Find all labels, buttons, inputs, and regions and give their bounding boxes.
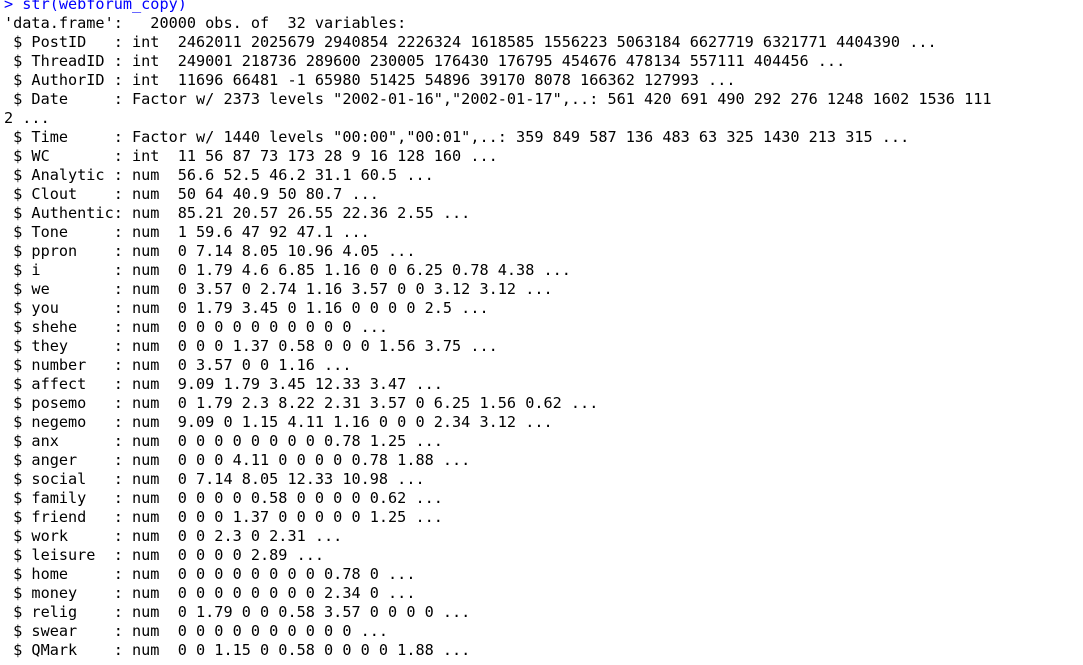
r-console[interactable]: > str(webforum_copy) 'data.frame': 20000…: [0, 0, 1083, 665]
output-line: $ swear : num 0 0 0 0 0 0 0 0 0 0 ...: [4, 622, 389, 640]
output-line: $ posemo : num 0 1.79 2.3 8.22 2.31 3.57…: [4, 394, 599, 412]
output-line: $ Clout : num 50 64 40.9 50 80.7 ...: [4, 185, 379, 203]
output-line: $ AuthorID : int 11696 66481 -1 65980 51…: [4, 71, 736, 89]
output-line: $ i : num 0 1.79 4.6 6.85 1.16 0 0 6.25 …: [4, 261, 571, 279]
output-line: $ anger : num 0 0 0 4.11 0 0 0 0 0.78 1.…: [4, 451, 471, 469]
output-line: 'data.frame': 20000 obs. of 32 variables…: [4, 14, 407, 32]
output-line: $ Analytic : num 56.6 52.5 46.2 31.1 60.…: [4, 166, 434, 184]
output-line: $ family : num 0 0 0 0 0.58 0 0 0 0 0.62…: [4, 489, 443, 507]
output-line: $ Date : Factor w/ 2373 levels "2002-01-…: [4, 90, 992, 108]
output-line: $ we : num 0 3.57 0 2.74 1.16 3.57 0 0 3…: [4, 280, 553, 298]
output-line: 2 ...: [4, 109, 50, 127]
output-line: $ ppron : num 0 7.14 8.05 10.96 4.05 ...: [4, 242, 416, 260]
output-line: $ affect : num 9.09 1.79 3.45 12.33 3.47…: [4, 375, 443, 393]
output-line: $ friend : num 0 0 0 1.37 0 0 0 0 0 1.25…: [4, 508, 443, 526]
output-line: $ anx : num 0 0 0 0 0 0 0 0 0.78 1.25 ..…: [4, 432, 443, 450]
output-line: $ shehe : num 0 0 0 0 0 0 0 0 0 0 ...: [4, 318, 389, 336]
output-line: $ PostID : int 2462011 2025679 2940854 2…: [4, 33, 937, 51]
command-line[interactable]: > str(webforum_copy): [4, 0, 1083, 14]
output-line: $ work : num 0 0 2.3 0 2.31 ...: [4, 527, 343, 545]
output-line: $ home : num 0 0 0 0 0 0 0 0 0.78 0 ...: [4, 565, 416, 583]
output-line: $ ThreadID : int 249001 218736 289600 23…: [4, 52, 846, 70]
output-line: $ money : num 0 0 0 0 0 0 0 0 2.34 0 ...: [4, 584, 416, 602]
output-line: $ relig : num 0 1.79 0 0 0.58 3.57 0 0 0…: [4, 603, 471, 621]
output-line: $ Authentic: num 85.21 20.57 26.55 22.36…: [4, 204, 471, 222]
output-line: $ number : num 0 3.57 0 0 1.16 ...: [4, 356, 352, 374]
output-line: $ you : num 0 1.79 3.45 0 1.16 0 0 0 0 2…: [4, 299, 489, 317]
output-line: $ social : num 0 7.14 8.05 12.33 10.98 .…: [4, 470, 425, 488]
output-line: $ Time : Factor w/ 1440 levels "00:00","…: [4, 128, 910, 146]
output-line: $ WC : int 11 56 87 73 173 28 9 16 128 1…: [4, 147, 498, 165]
output-line: $ Tone : num 1 59.6 47 92 47.1 ...: [4, 223, 370, 241]
output-line: $ they : num 0 0 0 1.37 0.58 0 0 0 1.56 …: [4, 337, 498, 355]
output-line: $ QMark : num 0 0 1.15 0 0.58 0 0 0 0 1.…: [4, 641, 471, 659]
output-line: $ negemo : num 9.09 0 1.15 4.11 1.16 0 0…: [4, 413, 553, 431]
output-line: $ leisure : num 0 0 0 0 2.89 ...: [4, 546, 325, 564]
